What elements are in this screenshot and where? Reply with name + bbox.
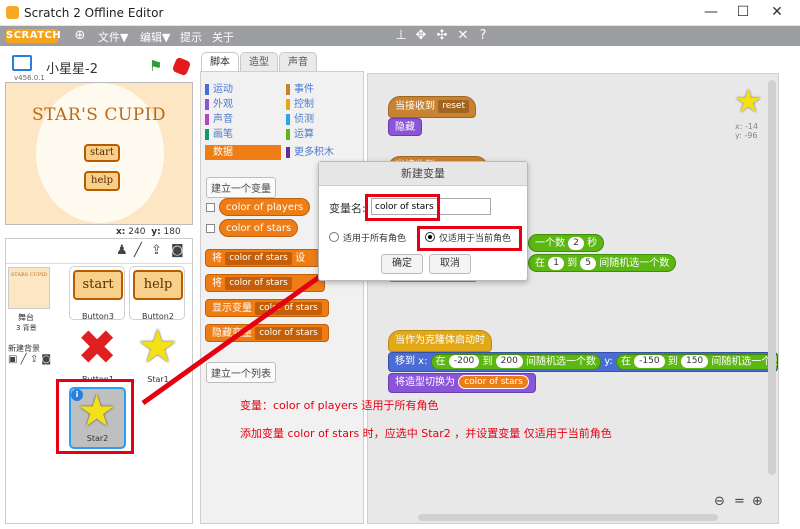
variable-name-label: 变量名: — [329, 202, 366, 215]
ok-button[interactable]: 确定 — [381, 254, 423, 274]
dialog-title: 新建变量 — [319, 162, 527, 186]
cancel-button[interactable]: 取消 — [429, 254, 471, 274]
radio-all-sprites[interactable] — [329, 232, 339, 242]
radio-all-sprites-label: 适用于所有角色 — [343, 234, 407, 244]
new-variable-dialog: 新建变量 变量名: 适用于所有角色 仅适用于当前角色 确定 取消 — [318, 161, 528, 281]
highlight-this-sprite-option — [417, 226, 522, 251]
highlight-name-input — [365, 194, 440, 221]
